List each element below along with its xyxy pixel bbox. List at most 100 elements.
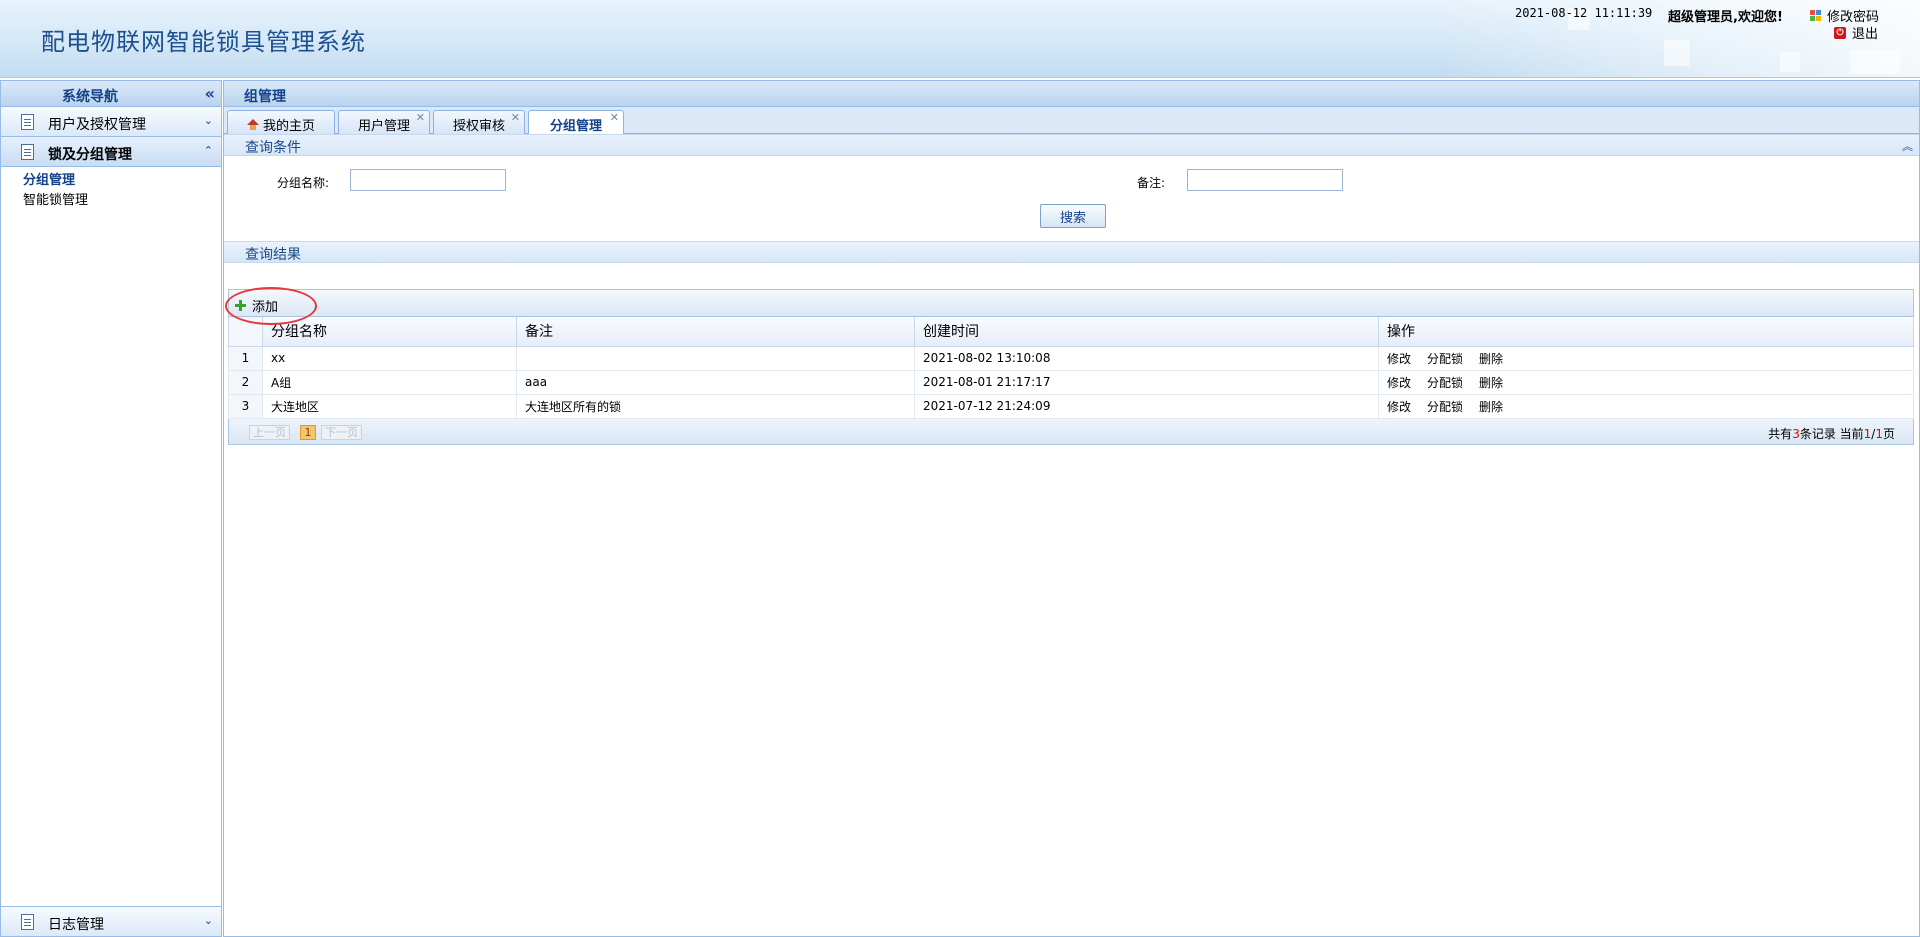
header-decor-square bbox=[1780, 52, 1800, 72]
search-button[interactable]: 搜索 bbox=[1040, 204, 1106, 228]
sidebar-item-group-management[interactable]: 分组管理 bbox=[23, 171, 221, 191]
column-header-remark[interactable]: 备注 bbox=[516, 317, 915, 347]
column-header-created-time[interactable]: 创建时间 bbox=[914, 317, 1379, 347]
sidebar-section-lock-group[interactable]: 锁及分组管理 ⌃ bbox=[1, 137, 221, 167]
section-title: 查询条件 bbox=[245, 140, 301, 156]
summary-prefix: 共有 bbox=[1768, 426, 1793, 441]
table-row[interactable]: 3 大连地区 大连地区所有的锁 2021-07-12 21:24:09 修改 分配… bbox=[228, 394, 1914, 419]
cell-remark: 大连地区所有的锁 bbox=[516, 394, 915, 419]
document-icon bbox=[21, 914, 34, 930]
groups-table: 分组名称 备注 创建时间 操作 1 xx 2021-08-02 13:10:08… bbox=[228, 317, 1914, 419]
sidebar-section-label: 日志管理 bbox=[48, 917, 104, 933]
logout-label: 退出 bbox=[1852, 27, 1879, 42]
main-panel: 组管理 我的主页 用户管理 ✕ 授权审核 ✕ 分组管理 ✕ 查询条件 ︽ 分组名… bbox=[223, 80, 1920, 937]
header-decor-square bbox=[1850, 50, 1900, 74]
sidebar: 系统导航 « 用户及授权管理 ⌄ 锁及分组管理 ⌃ 分组管理 智能锁管理 日志管… bbox=[0, 80, 222, 937]
tab-group-management[interactable]: 分组管理 ✕ bbox=[528, 110, 624, 135]
cell-remark bbox=[516, 346, 915, 371]
add-button[interactable]: 添加 bbox=[225, 287, 317, 325]
app-header: 配电物联网智能锁具管理系统 2021-08-12 11:11:39 超级管理员,… bbox=[0, 0, 1920, 78]
row-number: 2 bbox=[228, 370, 263, 395]
delete-link[interactable]: 删除 bbox=[1479, 376, 1503, 390]
sidebar-section-user-auth[interactable]: 用户及授权管理 ⌄ bbox=[1, 107, 221, 137]
grid-icon bbox=[1810, 10, 1821, 21]
table-row[interactable]: 2 A组 aaa 2021-08-01 21:17:17 修改 分配锁 删除 bbox=[228, 370, 1914, 395]
tab-home[interactable]: 我的主页 bbox=[227, 110, 335, 134]
tab-auth-review[interactable]: 授权审核 ✕ bbox=[433, 110, 525, 134]
collapse-sidebar-icon[interactable]: « bbox=[205, 84, 215, 103]
cell-group-name: A组 bbox=[262, 370, 517, 395]
sidebar-item-smart-lock-management[interactable]: 智能锁管理 bbox=[23, 191, 221, 211]
next-page-button[interactable]: 下一页 bbox=[321, 424, 362, 440]
current-page-indicator[interactable]: 1 bbox=[300, 424, 316, 440]
cell-group-name: 大连地区 bbox=[262, 394, 517, 419]
edit-link[interactable]: 修改 bbox=[1387, 376, 1411, 390]
pagination-summary: 共有3条记录 当前1/1页 bbox=[1768, 425, 1895, 442]
app-title: 配电物联网智能锁具管理系统 bbox=[41, 28, 366, 56]
header-decor-square bbox=[1664, 40, 1690, 66]
current-datetime: 2021-08-12 11:11:39 bbox=[1515, 6, 1653, 20]
edit-link[interactable]: 修改 bbox=[1387, 400, 1411, 414]
sidebar-header: 系统导航 « bbox=[1, 81, 221, 107]
summary-suffix: 页 bbox=[1882, 426, 1895, 441]
row-number: 3 bbox=[228, 394, 263, 419]
logout-link[interactable]: ⏻ 退出 bbox=[1834, 23, 1878, 42]
column-header-group-name[interactable]: 分组名称 bbox=[262, 317, 517, 347]
group-name-input[interactable] bbox=[350, 169, 506, 191]
delete-link[interactable]: 删除 bbox=[1479, 352, 1503, 366]
edit-link[interactable]: 修改 bbox=[1387, 352, 1411, 366]
close-icon[interactable]: ✕ bbox=[511, 111, 520, 124]
query-conditions-header: 查询条件 ︽ bbox=[224, 134, 1919, 156]
welcome-text: 超级管理员,欢迎您! bbox=[1668, 10, 1783, 25]
document-icon bbox=[21, 144, 34, 160]
table-row[interactable]: 1 xx 2021-08-02 13:10:08 修改 分配锁 删除 bbox=[228, 346, 1914, 371]
column-header-actions: 操作 bbox=[1378, 317, 1914, 347]
query-results-header: 查询结果 bbox=[224, 241, 1919, 263]
sidebar-section-label: 锁及分组管理 bbox=[48, 147, 132, 163]
sidebar-section-label: 用户及授权管理 bbox=[48, 117, 146, 133]
tab-home-content: 我的主页 bbox=[228, 115, 334, 134]
power-icon: ⏻ bbox=[1834, 26, 1846, 39]
cell-group-name: xx bbox=[262, 346, 517, 371]
tab-user-management[interactable]: 用户管理 ✕ bbox=[338, 110, 430, 134]
home-icon bbox=[246, 119, 259, 131]
tab-bar: 我的主页 用户管理 ✕ 授权审核 ✕ 分组管理 ✕ bbox=[224, 107, 1919, 135]
query-form: 分组名称: 备注: 搜索 bbox=[224, 156, 1919, 241]
summary-mid: 条记录 当前 bbox=[1799, 426, 1864, 441]
chevron-down-icon: ⌄ bbox=[203, 914, 213, 927]
collapse-up-icon[interactable]: ︽ bbox=[1902, 138, 1913, 154]
total-pages: 1 bbox=[1875, 426, 1883, 441]
chevron-up-icon: ⌃ bbox=[203, 144, 213, 157]
assign-lock-link[interactable]: 分配锁 bbox=[1427, 352, 1463, 366]
assign-lock-link[interactable]: 分配锁 bbox=[1427, 376, 1463, 390]
row-number: 1 bbox=[228, 346, 263, 371]
close-icon[interactable]: ✕ bbox=[610, 111, 619, 124]
cell-actions: 修改 分配锁 删除 bbox=[1378, 394, 1914, 419]
pagination-bar: 上一页 1 下一页 共有3条记录 当前1/1页 bbox=[228, 418, 1914, 445]
cell-created-time: 2021-08-01 21:17:17 bbox=[914, 370, 1379, 395]
sidebar-section-log[interactable]: 日志管理 ⌄ bbox=[1, 906, 221, 936]
prev-page-button[interactable]: 上一页 bbox=[249, 424, 290, 440]
delete-link[interactable]: 删除 bbox=[1479, 400, 1503, 414]
remark-label: 备注: bbox=[1137, 176, 1166, 190]
sidebar-sublist: 分组管理 智能锁管理 bbox=[1, 167, 221, 215]
remark-input[interactable] bbox=[1187, 169, 1343, 191]
close-icon[interactable]: ✕ bbox=[416, 111, 425, 124]
table-header-row: 分组名称 备注 创建时间 操作 bbox=[228, 317, 1914, 347]
results-grid: 添加 分组名称 备注 创建时间 操作 1 xx 2021-08-02 13:10… bbox=[225, 285, 1914, 445]
tab-label: 我的主页 bbox=[262, 119, 315, 134]
cell-actions: 修改 分配锁 删除 bbox=[1378, 346, 1914, 371]
add-button-label: 添加 bbox=[252, 300, 279, 315]
row-number-header bbox=[228, 317, 263, 347]
page-title: 组管理 bbox=[224, 81, 1919, 107]
group-name-label: 分组名称: bbox=[277, 176, 330, 190]
total-records: 3 bbox=[1792, 426, 1800, 441]
sidebar-title: 系统导航 bbox=[62, 89, 118, 105]
chevron-down-icon: ⌄ bbox=[203, 114, 213, 127]
cell-actions: 修改 分配锁 删除 bbox=[1378, 370, 1914, 395]
cell-created-time: 2021-07-12 21:24:09 bbox=[914, 394, 1379, 419]
cell-remark: aaa bbox=[516, 370, 915, 395]
results-toolbar: 添加 bbox=[225, 287, 1914, 325]
section-title: 查询结果 bbox=[245, 247, 301, 263]
assign-lock-link[interactable]: 分配锁 bbox=[1427, 400, 1463, 414]
